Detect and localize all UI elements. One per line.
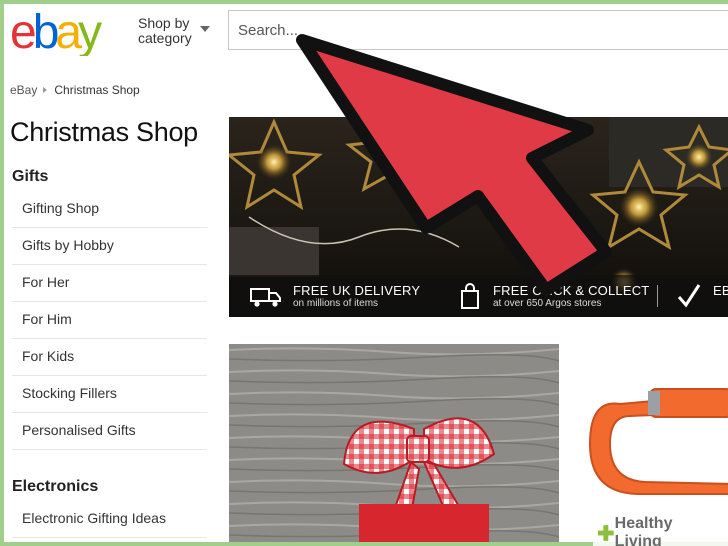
feature-divider (657, 285, 658, 307)
breadcrumb: eBay Christmas Shop (10, 83, 140, 97)
ebay-logo[interactable]: ebay (10, 6, 128, 56)
gifts-heading: Gifts (12, 168, 49, 185)
healthy-living-watermark: Healthy Living (593, 515, 728, 546)
hero-banner[interactable]: FREE UK DELIVERY on millions of items FR… (229, 117, 728, 317)
browser-page: ebay Shop by category eBay Christmas Sho… (0, 0, 728, 546)
logo-letter-y: y (78, 6, 102, 56)
logo-letter-b: b (33, 6, 58, 56)
watermark-text: Healthy Living (614, 515, 673, 546)
shop-by-label: Shop by (138, 15, 190, 31)
plus-leaf-icon (597, 525, 614, 541)
guarantee-title: EB (713, 283, 728, 298)
delivery-truck-icon (250, 288, 281, 307)
click-collect-subtitle: at over 650 Argos stores (493, 298, 602, 309)
shopping-bag-icon (461, 283, 479, 309)
free-delivery-feature: FREE UK DELIVERY on millions of items (293, 283, 420, 310)
nav-item-for-kids[interactable]: For Kids (12, 339, 207, 376)
electronics-nav-list: Electronic Gifting Ideas (12, 501, 207, 538)
chevron-down-icon[interactable] (200, 26, 210, 32)
electronics-heading: Electronics (12, 478, 99, 495)
click-collect-feature: FREE CLICK & COLLECT at over 650 Argos s… (493, 283, 649, 310)
gift-product-image[interactable] (229, 344, 559, 546)
free-delivery-subtitle: on millions of items (293, 298, 379, 309)
breadcrumb-ebay-link[interactable]: eBay (10, 83, 37, 97)
logo-letter-e: e (10, 6, 35, 56)
guarantee-feature: EB (713, 283, 728, 298)
search-input[interactable] (228, 10, 728, 50)
nav-item-gifting-shop[interactable]: Gifting Shop (12, 191, 207, 228)
delivery-features-bar: FREE UK DELIVERY on millions of items FR… (229, 275, 728, 317)
nav-item-personalised-gifts[interactable]: Personalised Gifts (12, 413, 207, 450)
category-label: category (138, 30, 192, 46)
nav-item-electronic-gifting-ideas[interactable]: Electronic Gifting Ideas (12, 501, 207, 538)
breadcrumb-separator-icon (43, 87, 48, 93)
shop-by-category-button[interactable]: Shop by category (138, 16, 192, 46)
nav-item-gifts-by-hobby[interactable]: Gifts by Hobby (12, 228, 207, 265)
nav-item-for-him[interactable]: For Him (12, 302, 207, 339)
checkmark-icon (677, 284, 701, 308)
gifts-nav-list: Gifting Shop Gifts by Hobby For Her For … (12, 191, 207, 450)
free-delivery-title: FREE UK DELIVERY (293, 283, 421, 298)
page-title: Christmas Shop (10, 117, 198, 147)
click-collect-title: FREE CLICK & COLLECT (493, 283, 650, 298)
breadcrumb-current: Christmas Shop (54, 83, 140, 97)
nav-item-for-her[interactable]: For Her (12, 265, 207, 302)
svg-text:ebay: ebay (10, 6, 102, 56)
nav-item-stocking-fillers[interactable]: Stocking Fillers (12, 376, 207, 413)
